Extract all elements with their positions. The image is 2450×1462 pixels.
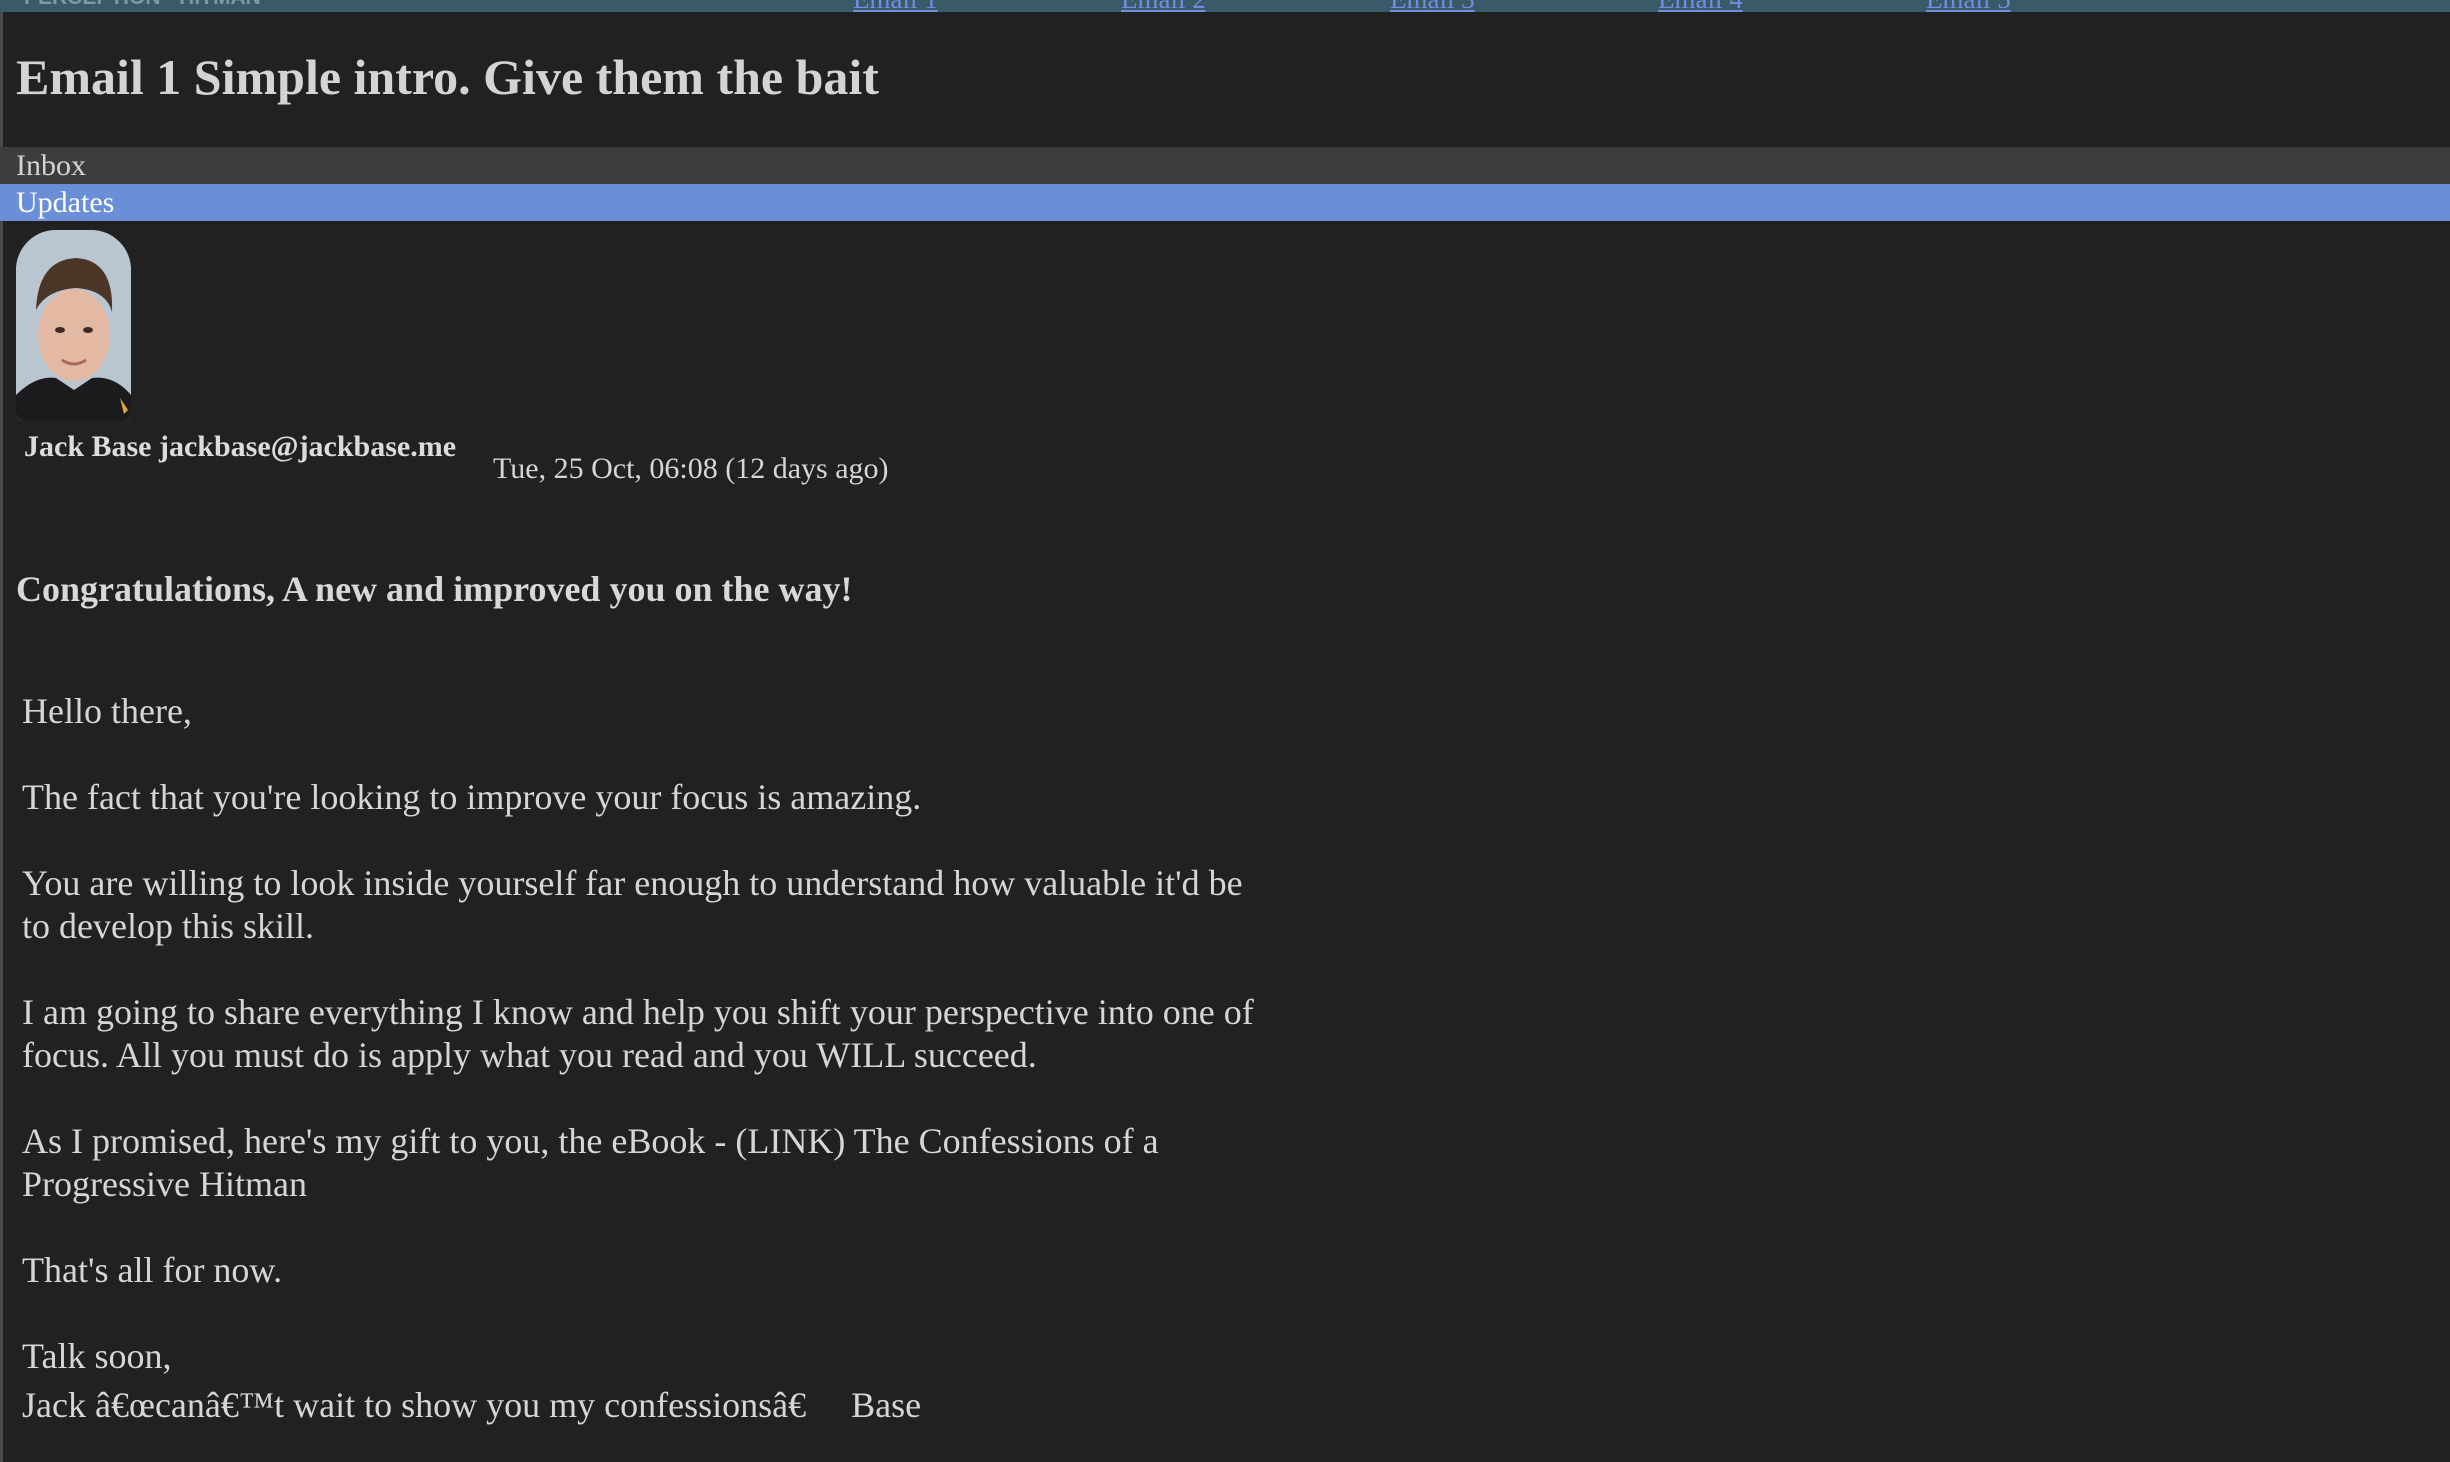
body-paragraph-4: As I promised, here's my gift to you, th… [22, 1121, 1159, 1204]
body-paragraph-1: The fact that you're looking to improve … [22, 777, 922, 817]
brand-label: PERCEPTION · HITMAN [24, 0, 261, 10]
message-date: Tue, 25 Oct, 06:08 (12 days ago) [493, 452, 889, 485]
folder-updates[interactable]: Updates [0, 184, 2450, 221]
sign-off: Talk soon, [22, 1336, 172, 1376]
body-paragraph-greeting: Hello there, [22, 691, 192, 731]
body-paragraph-2: You are willing to look inside yourself … [22, 863, 1243, 946]
body-paragraph-3: I am going to share everything I know an… [22, 992, 1254, 1075]
page-title: Email 1 Simple intro. Give them the bait [16, 49, 879, 105]
signature: Jack â€œcanâ€™t wait to show you my conf… [22, 1385, 922, 1425]
body-paragraph-5: That's all for now. [22, 1250, 283, 1290]
sender-avatar [16, 230, 131, 420]
nav-link-email-1[interactable]: Email 1 [853, 0, 938, 12]
folder-inbox[interactable]: Inbox [0, 147, 2450, 184]
nav-link-email-4[interactable]: Email 4 [1658, 0, 1743, 12]
top-navigation-bar: PERCEPTION · HITMAN Email 1 Email 2 Emai… [0, 0, 2450, 12]
message-subject: Congratulations, A new and improved you … [16, 569, 853, 609]
nav-link-email-3[interactable]: Email 3 [1390, 0, 1475, 12]
nav-link-email-2[interactable]: Email 2 [1121, 0, 1206, 12]
nav-link-email-5[interactable]: Email 5 [1926, 0, 2011, 12]
sender-name-email: Jack Base jackbase@jackbase.me [24, 430, 457, 463]
